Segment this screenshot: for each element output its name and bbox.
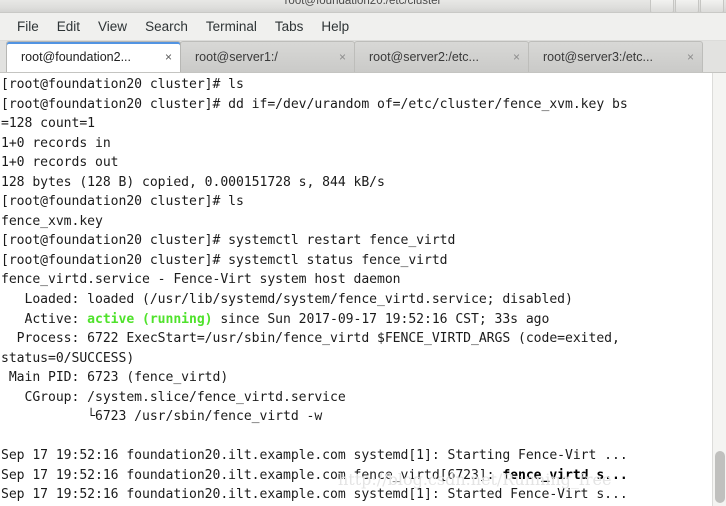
terminal-line: =128 count=1: [1, 116, 95, 132]
tab-bar: root@foundation2... × root@server1:/ × r…: [0, 41, 726, 73]
terminal-line: Process: 6722 ExecStart=/usr/sbin/fence_…: [1, 331, 620, 347]
tab-close-icon[interactable]: ×: [505, 50, 520, 64]
tab-server3[interactable]: root@server3:/etc... ×: [528, 41, 703, 72]
window-titlebar: root@foundation20:/etc/cluster: [0, 0, 726, 13]
terminal-line: [root@foundation20 cluster]# dd if=/dev/…: [1, 96, 628, 112]
menu-tabs[interactable]: Tabs: [266, 16, 313, 37]
terminal-line: [root@foundation20 cluster]# systemctl s…: [1, 252, 448, 268]
minimize-button[interactable]: [650, 0, 674, 12]
terminal-window: root@foundation20:/etc/cluster File Edit…: [0, 0, 726, 506]
close-button[interactable]: [700, 0, 724, 12]
terminal-line: 1+0 records out: [1, 155, 119, 171]
log-prefix: Sep 17 19:52:16 foundation20.ilt.example…: [1, 467, 503, 483]
terminal-line-cgroup-child: └6723 /usr/sbin/fence_virtd -w: [1, 409, 323, 425]
terminal-line: [root@foundation20 cluster]# systemctl r…: [1, 233, 456, 249]
menu-file[interactable]: File: [8, 16, 48, 37]
tab-server2[interactable]: root@server2:/etc... ×: [354, 41, 529, 72]
vertical-scrollbar[interactable]: [712, 73, 726, 506]
menu-view[interactable]: View: [89, 16, 136, 37]
log-bold-message: fence_virtd s...: [502, 467, 628, 483]
terminal-line: status=0/SUCCESS): [1, 350, 135, 366]
tab-close-icon[interactable]: ×: [157, 50, 172, 64]
scrollbar-thumb[interactable]: [715, 451, 725, 503]
terminal-line: [root@foundation20 cluster]# ls: [1, 194, 244, 210]
tab-server1[interactable]: root@server1:/ ×: [180, 41, 355, 72]
terminal-line: fence_virtd.service - Fence-Virt system …: [1, 272, 401, 288]
tab-foundation20[interactable]: root@foundation2... ×: [6, 41, 181, 72]
tab-label: root@foundation2...: [21, 50, 131, 64]
menu-help[interactable]: Help: [312, 16, 358, 37]
tab-label: root@server2:/etc...: [369, 50, 479, 64]
terminal-line: 1+0 records in: [1, 135, 111, 151]
menu-terminal[interactable]: Terminal: [197, 16, 266, 37]
terminal-line-active-status: Active: active (running) since Sun 2017-…: [1, 310, 712, 330]
terminal-line: fence_xvm.key: [1, 213, 103, 229]
terminal-line: Loaded: loaded (/usr/lib/systemd/system/…: [1, 292, 573, 308]
tab-label: root@server3:/etc...: [543, 50, 653, 64]
terminal-line: 128 bytes (128 B) copied, 0.000151728 s,…: [1, 174, 385, 190]
active-label: Active:: [1, 311, 88, 327]
terminal-line: [root@foundation20 cluster]# ls: [1, 77, 244, 92]
menu-search[interactable]: Search: [136, 16, 197, 37]
terminal-line: CGroup: /system.slice/fence_virtd.servic…: [1, 389, 346, 405]
tab-label: root@server1:/: [195, 50, 278, 64]
terminal-line-log: Sep 17 19:52:16 foundation20.ilt.example…: [1, 448, 628, 464]
menubar: File Edit View Search Terminal Tabs Help: [0, 13, 726, 41]
tab-close-icon[interactable]: ×: [679, 50, 694, 64]
window-controls: [650, 0, 724, 12]
window-title: root@foundation20:/etc/cluster: [284, 0, 442, 7]
active-status-rest: since Sun 2017-09-17 19:52:16 CST; 33s a…: [212, 311, 550, 327]
tab-close-icon[interactable]: ×: [331, 50, 346, 64]
terminal-line-log-bold: Sep 17 19:52:16 foundation20.ilt.example…: [1, 466, 712, 486]
maximize-button[interactable]: [675, 0, 699, 12]
terminal-line-log: Sep 17 19:52:16 foundation20.ilt.example…: [1, 487, 628, 503]
menu-edit[interactable]: Edit: [48, 16, 89, 37]
terminal-line: Main PID: 6723 (fence_virtd): [1, 370, 229, 386]
terminal-output[interactable]: [root@foundation20 cluster]# ls [root@fo…: [0, 73, 712, 506]
active-status-value: active (running): [87, 311, 213, 327]
